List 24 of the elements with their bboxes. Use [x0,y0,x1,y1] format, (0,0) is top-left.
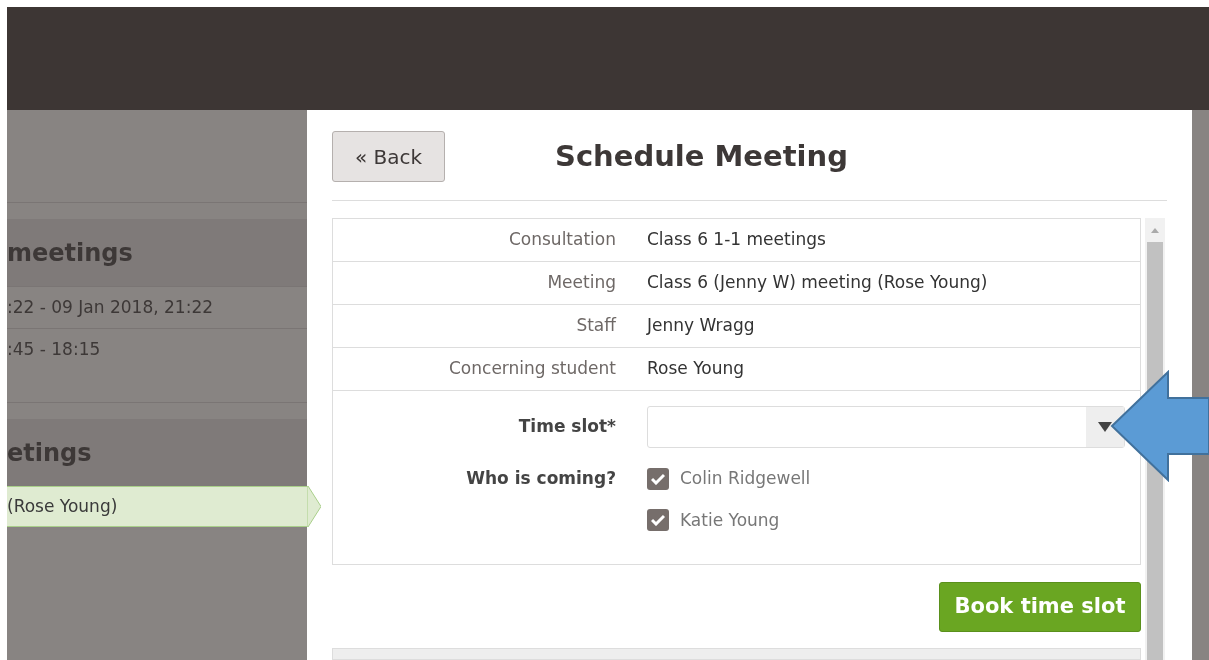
detail-label: Concerning student [448,357,616,381]
attendees-label: Who is coming? [465,467,616,490]
detail-label: Consultation [507,228,616,252]
dialog-title: Schedule Meeting [555,137,848,175]
detail-value: Class 6 1-1 meetings [647,228,826,252]
book-button[interactable]: Book time slot [939,582,1141,632]
detail-value: Jenny Wragg [647,314,755,338]
pointer-icon [307,486,321,527]
attendee-name: Katie Young [680,508,780,532]
checkbox[interactable] [647,467,669,490]
checkbox[interactable] [647,509,669,532]
detail-label: Staff [575,314,616,338]
detail-value: Class 6 (Jenny W) meeting (Rose Young) [647,271,988,295]
check-icon [651,472,665,485]
time-slot-label: Time slot* [517,415,616,439]
attendee-name: Colin Ridgewell [680,467,811,490]
check-icon [651,514,665,527]
section-heading: meetings [7,219,307,286]
arrow-icon [1110,370,1209,482]
section-heading: etings [7,419,307,486]
back-button[interactable]: « Back [332,131,445,182]
detail-label: Meeting [546,271,616,295]
caret-icon [1098,422,1112,432]
detail-value: Rose Young [647,357,745,381]
